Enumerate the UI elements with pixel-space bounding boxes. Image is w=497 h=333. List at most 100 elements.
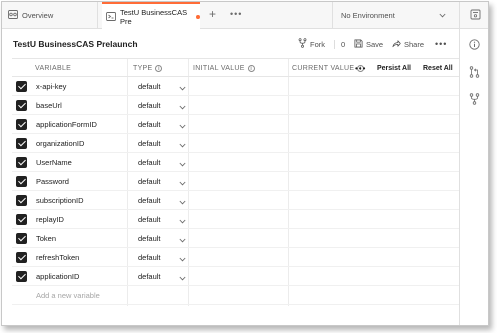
variable-name-cell[interactable]: refreshToken [36, 248, 79, 267]
variable-enabled-checkbox[interactable] [16, 252, 27, 263]
info-icon[interactable]: i [155, 64, 163, 72]
app-window: Overview TestU BusinessCAS Pre + ••• No … [1, 1, 489, 326]
info-icon[interactable] [469, 39, 480, 52]
table-row: Password default [12, 172, 459, 191]
variable-enabled-checkbox[interactable] [16, 138, 27, 149]
variable-enabled-checkbox[interactable] [16, 271, 27, 282]
variable-type-select[interactable]: default [138, 77, 186, 96]
current-value-cell[interactable] [289, 210, 459, 229]
variable-name-cell[interactable]: subscriptionID [36, 191, 84, 210]
current-value-cell[interactable] [289, 191, 459, 210]
table-row: replayID default [12, 210, 459, 229]
table-row: x-api-key default [12, 77, 459, 96]
variable-name-cell[interactable]: applicationID [36, 267, 79, 286]
current-value-cell[interactable] [289, 267, 459, 286]
variable-enabled-checkbox[interactable] [16, 81, 27, 92]
tab-environment[interactable]: TestU BusinessCAS Pre [102, 2, 200, 30]
variable-enabled-checkbox[interactable] [16, 195, 27, 206]
variable-name-cell[interactable]: organizationID [36, 134, 84, 153]
variable-type-select[interactable]: default [138, 229, 186, 248]
tab-label: Overview [22, 11, 54, 20]
current-value-cell[interactable] [289, 134, 459, 153]
column-header-label: TYPE [133, 64, 153, 72]
current-value-cell[interactable] [289, 115, 459, 134]
persist-all-button[interactable]: Persist All [377, 59, 411, 77]
initial-value-cell[interactable] [189, 96, 288, 115]
chevron-down-icon [179, 274, 186, 283]
variable-name-cell[interactable]: baseUrl [36, 96, 62, 115]
share-label: Share [404, 39, 425, 49]
save-button[interactable]: Save [354, 35, 383, 53]
unsaved-changes-dot [196, 15, 200, 19]
initial-value-cell[interactable] [189, 267, 288, 286]
variable-name-cell[interactable]: Token [36, 229, 56, 248]
variable-type-select[interactable]: default [138, 210, 186, 229]
initial-value-cell[interactable] [189, 229, 288, 248]
variable-name-cell[interactable]: replayID [36, 210, 64, 229]
share-button[interactable]: Share [392, 35, 424, 53]
environment-quick-look-button[interactable] [459, 2, 488, 29]
column-options-button[interactable]: ••• [355, 59, 366, 77]
variable-enabled-checkbox[interactable] [16, 100, 27, 111]
variable-name-cell[interactable]: x-api-key [36, 77, 66, 96]
chevron-down-icon [179, 141, 186, 150]
variable-type-select[interactable]: default [138, 153, 186, 172]
variable-type-select[interactable]: default [138, 134, 186, 153]
variable-type-select[interactable]: default [138, 191, 186, 210]
variable-type-value: default [138, 177, 161, 186]
initial-value-cell[interactable] [189, 248, 288, 267]
fork-icon[interactable] [469, 93, 480, 107]
environment-selector-value: No Environment [341, 11, 395, 20]
initial-value-cell[interactable] [189, 210, 288, 229]
initial-value-cell[interactable] [189, 153, 288, 172]
initial-value-cell[interactable] [189, 172, 288, 191]
initial-value-cell[interactable] [189, 191, 288, 210]
variable-type-select[interactable]: default [138, 267, 186, 286]
variable-name-cell[interactable]: UserName [36, 153, 72, 172]
table-row: applicationID default [12, 267, 459, 286]
variable-enabled-checkbox[interactable] [16, 119, 27, 130]
initial-value-cell[interactable] [189, 115, 288, 134]
variable-type-select[interactable]: default [138, 172, 186, 191]
variable-enabled-checkbox[interactable] [16, 157, 27, 168]
fork-label: Fork [310, 39, 325, 49]
fork-button[interactable]: Fork 0 [298, 35, 345, 53]
tabs-more-button[interactable]: ••• [230, 9, 242, 19]
current-value-cell[interactable] [289, 153, 459, 172]
column-header-label: CURRENT VALUE [292, 64, 355, 72]
add-variable-input[interactable]: Add a new variable [36, 286, 100, 305]
current-value-cell[interactable] [289, 172, 459, 191]
initial-value-cell[interactable] [189, 77, 288, 96]
variable-enabled-checkbox[interactable] [16, 233, 27, 244]
fork-count: 0 [334, 39, 345, 49]
pull-request-icon[interactable] [469, 66, 480, 80]
reset-all-button[interactable]: Reset All [423, 59, 453, 77]
variable-type-value: default [138, 215, 161, 224]
table-row: subscriptionID default [12, 191, 459, 210]
tab-overview[interactable]: Overview [6, 2, 98, 29]
chevron-down-icon [179, 217, 186, 226]
current-value-cell[interactable] [289, 77, 459, 96]
environment-selector[interactable]: No Environment [332, 2, 454, 29]
variable-enabled-checkbox[interactable] [16, 176, 27, 187]
current-value-cell[interactable] [289, 229, 459, 248]
environment-title[interactable]: TestU BusinessCAS Prelaunch [13, 39, 138, 49]
current-value-cell[interactable] [289, 96, 459, 115]
variable-type-select[interactable]: default [138, 96, 186, 115]
column-header-label: INITIAL VALUE [193, 64, 245, 72]
variable-name-cell[interactable]: Password [36, 172, 69, 191]
info-icon[interactable]: i [247, 64, 255, 72]
current-value-cell[interactable] [289, 248, 459, 267]
variable-type-value: default [138, 139, 161, 148]
variable-name-cell[interactable]: applicationFormID [36, 115, 97, 134]
chevron-down-icon [179, 255, 186, 264]
add-variable-row[interactable]: Add a new variable [12, 286, 459, 305]
variable-type-select[interactable]: default [138, 248, 186, 267]
more-actions-button[interactable]: ••• [435, 35, 447, 53]
new-tab-button[interactable]: + [209, 8, 216, 20]
chevron-down-icon [439, 11, 446, 20]
variable-enabled-checkbox[interactable] [16, 214, 27, 225]
variable-type-value: default [138, 120, 161, 129]
initial-value-cell[interactable] [189, 134, 288, 153]
variable-type-select[interactable]: default [138, 115, 186, 134]
